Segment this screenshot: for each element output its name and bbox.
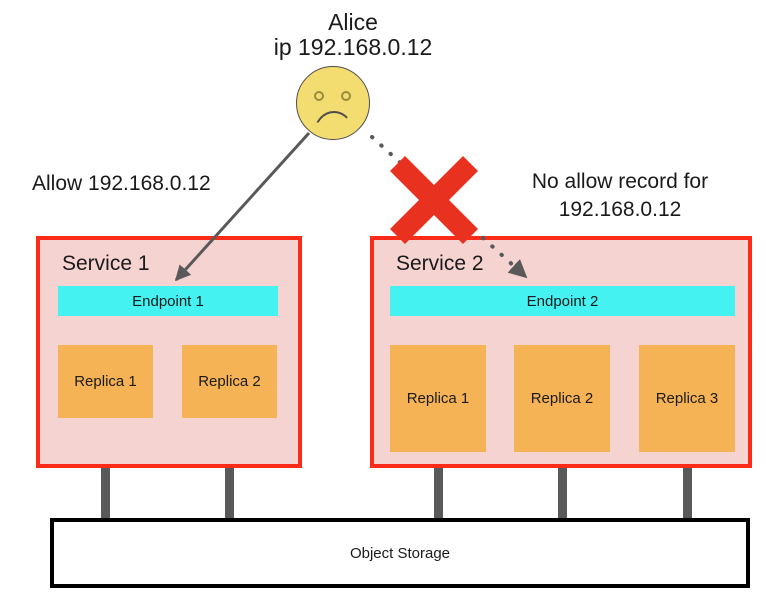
service-2-replica-2[interactable]: Replica 2 (514, 345, 610, 452)
actor-ip-label: ip 192.168.0.12 (273, 34, 433, 60)
object-storage-box[interactable]: Object Storage (50, 518, 750, 588)
service-2-title: Service 2 (396, 252, 484, 275)
deny-record-line1: No allow record for (531, 170, 709, 193)
service-1-title: Service 1 (62, 252, 150, 275)
face-frown-mouth-icon (314, 111, 354, 133)
face-left-eye-icon (314, 91, 324, 101)
service-2-replica-3[interactable]: Replica 3 (639, 345, 735, 452)
service-1-replica-2[interactable]: Replica 2 (182, 345, 277, 418)
diagram-canvas: Alice ip 192.168.0.12 Allow 192.168.0.12… (0, 0, 766, 607)
endpoint-1-box[interactable]: Endpoint 1 (58, 286, 278, 316)
endpoint-2-box[interactable]: Endpoint 2 (390, 286, 735, 316)
service-1-replica-1[interactable]: Replica 1 (58, 345, 153, 418)
sad-face-icon (296, 66, 370, 140)
red-x-icon (390, 156, 478, 244)
deny-record-line2: 192.168.0.12 (558, 197, 682, 221)
face-right-eye-icon (341, 91, 351, 101)
allow-record-label: Allow 192.168.0.12 (32, 172, 211, 195)
service-2-replica-1[interactable]: Replica 1 (390, 345, 486, 452)
deny-record-label: No allow record for 192.168.0.12 (498, 168, 742, 223)
